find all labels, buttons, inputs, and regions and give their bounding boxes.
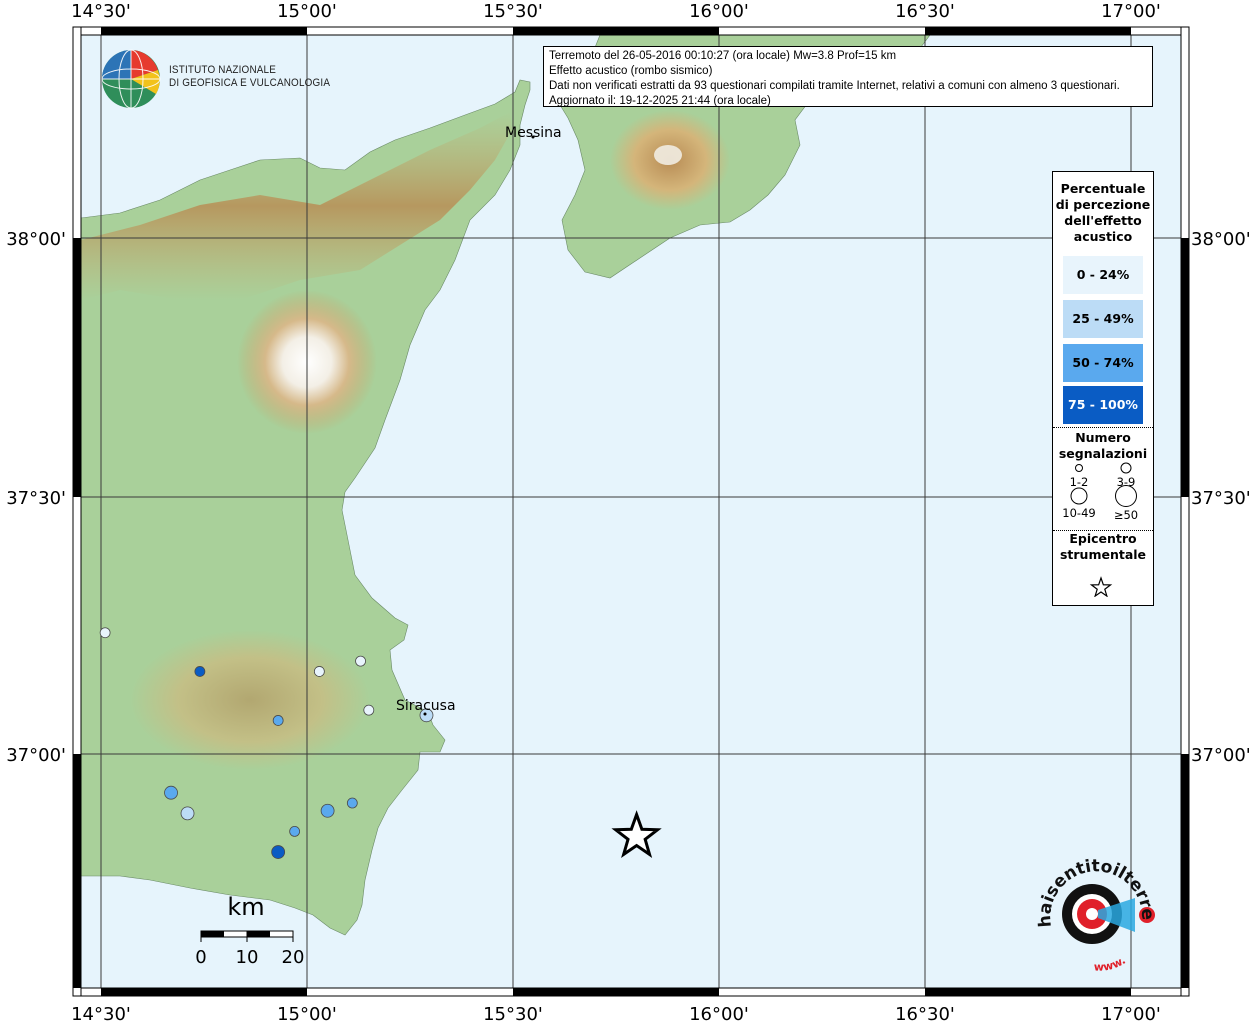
ingv-name: ISTITUTO NAZIONALE DI GEOFISICA E VULCAN…: [169, 64, 330, 90]
legend-epicenter-title: Epicentro strumentale: [1053, 531, 1153, 563]
legend-title-line: Percentuale: [1060, 181, 1146, 196]
legend-count-title-line: Numero: [1075, 430, 1131, 445]
legend-count-symbols: 1-2 3-9 10-49 ≥50: [1062, 462, 1138, 522]
bottom-lon-labels: 14°30' 15°00' 15°30' 16°00' 16°30' 17°00…: [71, 1004, 1161, 1025]
legend-count-title-line: segnalazioni: [1058, 446, 1148, 461]
observation-point: [272, 715, 284, 726]
place-label-siracusa: Siracusa: [396, 698, 456, 714]
lat-tick-left: 38°00': [6, 229, 66, 250]
legend-epicenter-symbol: [1089, 576, 1113, 597]
ingv-globe-icon: [101, 49, 161, 109]
right-lat-labels: 38°00' 37°30' 37°00': [1191, 229, 1251, 766]
observation-point: [180, 806, 195, 821]
lat-tick-left: 37°30': [6, 488, 66, 509]
count-symbol-large: [1070, 487, 1088, 505]
ingv-name-line2: DI GEOFISICA E VULCANOLOGIA: [169, 77, 331, 89]
count-symbol-medium: [1120, 462, 1132, 474]
observation-point: [271, 845, 286, 859]
top-lon-labels: 14°30' 15°00' 15°30' 16°00' 16°30' 17°00…: [71, 1, 1161, 22]
aspromonte-summit: [654, 145, 682, 165]
hyblaean-relief: [130, 630, 370, 770]
lon-tick-bottom: 15°00': [277, 1004, 337, 1024]
lat-tick-right: 38°00': [1191, 229, 1251, 250]
observation-point: [289, 826, 301, 837]
lon-tick-top: 17°00': [1101, 1, 1161, 22]
ingv-name-line1: ISTITUTO NAZIONALE: [169, 64, 277, 76]
lat-tick-right: 37°00': [1191, 745, 1251, 766]
observation-point: [346, 797, 358, 809]
count-label: 1-2: [1070, 475, 1089, 489]
count-symbol-small: [1075, 464, 1083, 472]
observation-point: [194, 666, 206, 677]
event-info-line: Aggiornato il: 19-12-2025 21:44 (ora loc…: [549, 95, 771, 107]
legend-epicenter-title-line: strumentale: [1059, 547, 1147, 562]
observation-point: [164, 785, 178, 800]
event-info-line: Terremoto del 26-05-2016 00:10:27 (ora l…: [549, 50, 897, 62]
event-info-box: Terremoto del 26-05-2016 00:10:27 (ora l…: [543, 46, 1153, 107]
legend-title-line: di percezione: [1055, 197, 1151, 212]
event-info-line: Dati non verificati estratti da 93 quest…: [549, 80, 1120, 92]
legend-title: Percentuale di percezione dell'effetto a…: [1053, 181, 1153, 245]
event-info-line: Effetto acustico (rombo sismico): [549, 65, 713, 77]
observation-point: [355, 655, 366, 667]
legend-epicenter-title-line: Epicentro: [1069, 531, 1137, 546]
observation-point: [99, 627, 111, 639]
legend-title-line: dell'effetto: [1064, 213, 1142, 228]
legend-separator: [1053, 427, 1153, 428]
scale-unit: km: [227, 893, 264, 921]
legend-title-line: acustico: [1073, 229, 1133, 244]
lon-tick-top: 15°30': [483, 1, 543, 22]
lon-tick-bottom: 16°00': [689, 1004, 749, 1024]
scale-label: 0: [195, 947, 206, 968]
observation-point: [363, 704, 375, 716]
legend-class-1: 25 - 49%: [1063, 300, 1143, 338]
legend-class-3: 75 - 100%: [1063, 386, 1143, 424]
lon-tick-top: 14°30': [71, 1, 131, 22]
left-lat-labels: 38°00' 37°30' 37°00': [6, 229, 66, 766]
lon-tick-top: 16°30': [895, 1, 955, 22]
count-label: 10-49: [1062, 506, 1095, 520]
observation-point: [313, 666, 325, 677]
legend-panel: Percentuale di percezione dell'effetto a…: [1052, 171, 1154, 606]
lon-tick-bottom: 15°30': [483, 1004, 543, 1024]
lon-tick-top: 15°00': [277, 1, 337, 22]
observation-point: [320, 803, 335, 818]
lat-tick-left: 37°00': [6, 745, 66, 766]
legend-count-title: Numero segnalazioni: [1053, 430, 1153, 462]
place-label-messina: Messina: [505, 125, 562, 141]
lat-tick-right: 37°30': [1191, 488, 1251, 509]
lon-tick-bottom: 14°30': [71, 1004, 131, 1024]
lon-tick-bottom: 16°30': [895, 1004, 955, 1024]
legend-class-2: 50 - 74%: [1063, 344, 1143, 382]
legend-class-0: 0 - 24%: [1063, 256, 1143, 294]
lon-tick-top: 16°00': [689, 1, 749, 22]
star-icon: [1089, 576, 1113, 597]
count-label: ≥50: [1114, 508, 1138, 522]
scale-label: 10: [236, 947, 259, 968]
lon-tick-bottom: 17°00': [1101, 1004, 1161, 1024]
scale-label: 20: [282, 947, 305, 968]
count-symbol-xlarge: [1115, 485, 1137, 507]
map-stage: 14°30' 15°00' 15°30' 16°00' 16°30' 17°00…: [0, 0, 1255, 1025]
